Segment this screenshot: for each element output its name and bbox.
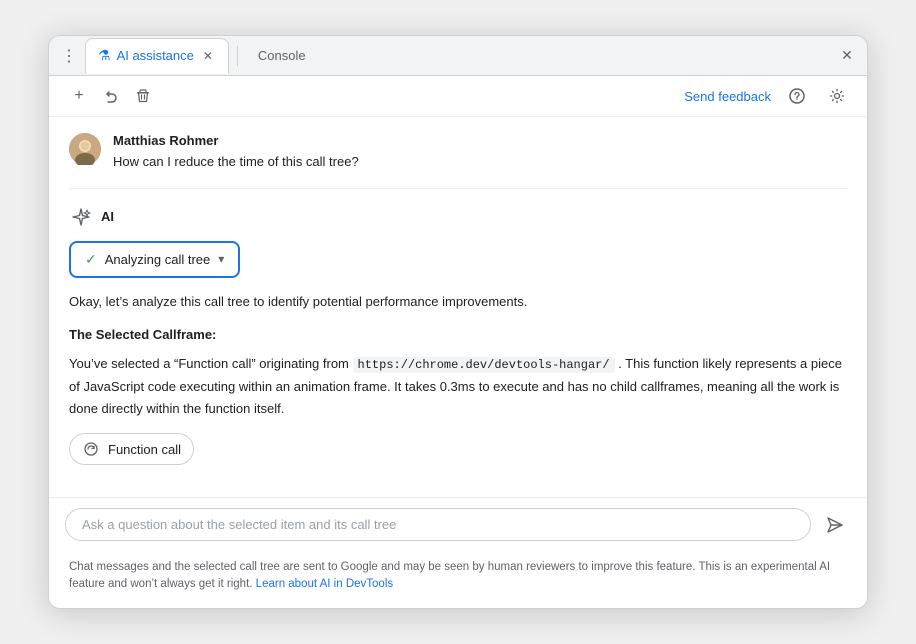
toolbar: + Send feedback: [49, 76, 867, 117]
devtools-panel: ⋮ ⚗ AI assistance ✕ Console ✕ +: [48, 35, 868, 608]
new-chat-button[interactable]: +: [65, 82, 93, 110]
ai-header: AI: [69, 205, 847, 229]
ai-assistance-icon: ⚗: [98, 47, 111, 64]
user-message: Matthias Rohmer How can I reduce the tim…: [69, 133, 847, 172]
user-name: Matthias Rohmer: [113, 133, 847, 148]
settings-icon: [829, 88, 845, 104]
settings-button[interactable]: [823, 82, 851, 110]
footer: Chat messages and the selected call tree…: [49, 551, 867, 608]
undo-button[interactable]: [97, 82, 125, 110]
footer-text: Chat messages and the selected call tree…: [69, 559, 847, 594]
chat-content: Matthias Rohmer How can I reduce the tim…: [49, 117, 867, 497]
message-divider: [69, 188, 847, 189]
help-icon: [789, 88, 805, 104]
console-tab-label: Console: [258, 48, 306, 63]
refresh-icon: [83, 441, 99, 457]
avatar: [69, 133, 101, 165]
tab-console[interactable]: Console: [246, 38, 318, 74]
function-call-chip[interactable]: Function call: [69, 433, 194, 465]
tab-bar-right: ✕: [835, 44, 859, 68]
more-options-icon[interactable]: ⋮: [57, 42, 81, 70]
help-button[interactable]: [783, 82, 811, 110]
undo-icon: [103, 88, 119, 104]
tab-close-icon[interactable]: ✕: [200, 48, 216, 64]
toolbar-left: +: [65, 82, 157, 110]
clear-button[interactable]: [129, 82, 157, 110]
tab-bar-left: ⋮ ⚗ AI assistance ✕ Console: [57, 38, 318, 74]
toolbar-right: Send feedback: [684, 82, 851, 110]
ai-message: AI ✓ Analyzing call tree ▾ Okay, let’s a…: [69, 205, 847, 469]
function-call-chip-label: Function call: [108, 442, 181, 457]
tab-bar: ⋮ ⚗ AI assistance ✕ Console ✕: [49, 36, 867, 76]
tab-divider: [237, 46, 238, 66]
response-body-text: You’ve selected a “Function call” origin…: [69, 356, 349, 371]
chevron-down-icon: ▾: [218, 252, 224, 266]
check-icon: ✓: [85, 251, 97, 268]
tab-ai-label: AI assistance: [117, 48, 194, 63]
ai-sparkle-icon: [71, 207, 91, 227]
tab-ai-assistance[interactable]: ⚗ AI assistance ✕: [85, 38, 229, 74]
selected-callframe-heading: The Selected Callframe:: [69, 325, 847, 346]
analyzing-text: Analyzing call tree: [105, 252, 211, 267]
send-icon: [826, 516, 844, 534]
url-code: https://chrome.dev/devtools-hangar/: [353, 357, 615, 373]
chat-input[interactable]: [65, 508, 811, 541]
trash-icon: [135, 88, 151, 104]
window-close-button[interactable]: ✕: [835, 44, 859, 68]
ai-response-intro: Okay, let’s analyze this call tree to id…: [69, 292, 847, 313]
analyzing-call-tree-badge[interactable]: ✓ Analyzing call tree ▾: [69, 241, 240, 278]
callframe-heading-text: The Selected Callframe:: [69, 327, 216, 342]
send-button[interactable]: [819, 509, 851, 541]
learn-more-link[interactable]: Learn about AI in DevTools: [256, 578, 393, 590]
ai-icon: [69, 205, 93, 229]
avatar-image: [69, 133, 101, 165]
user-text: How can I reduce the time of this call t…: [113, 152, 847, 172]
input-area: [49, 497, 867, 551]
user-message-body: Matthias Rohmer How can I reduce the tim…: [113, 133, 847, 172]
ai-label: AI: [101, 209, 114, 224]
send-feedback-button[interactable]: Send feedback: [684, 89, 771, 104]
function-call-chip-icon: [82, 440, 100, 458]
footer-disclaimer: Chat messages and the selected call tree…: [69, 561, 830, 590]
ai-response-body: You’ve selected a “Function call” origin…: [69, 353, 847, 419]
